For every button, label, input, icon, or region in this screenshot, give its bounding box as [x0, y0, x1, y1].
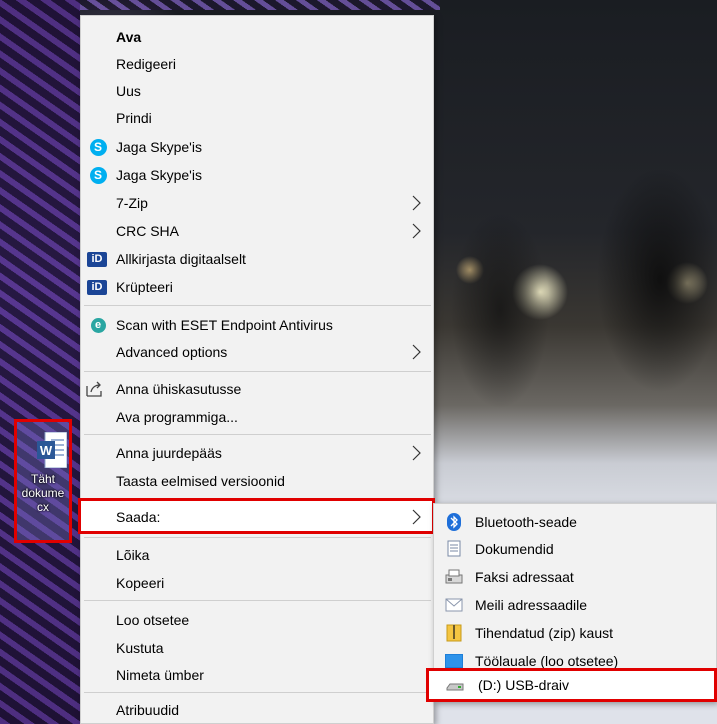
menu-item-label: Lõika — [116, 547, 150, 563]
chevron-right-icon — [412, 445, 421, 461]
menu-item-label: 7-Zip — [116, 195, 148, 211]
usb-drive-icon — [446, 678, 464, 696]
wallpaper-trees — [440, 110, 717, 430]
menu-item-label: Atribuudid — [116, 702, 180, 718]
menu-item-give-access[interactable]: Anna juurdepääs — [81, 439, 433, 467]
menu-item-send-to[interactable]: Saada: — [78, 498, 435, 534]
menu-item-label: Jaga Skype'is — [116, 139, 202, 155]
submenu-item-documents[interactable]: Dokumendid — [434, 535, 716, 563]
menu-item-cut[interactable]: Lõika — [81, 541, 433, 569]
submenu-item-label: (D:) USB-draiv — [478, 677, 570, 693]
menu-item-label: Saada: — [116, 509, 161, 525]
menu-item-share-skype-2[interactable]: S Jaga Skype'is — [81, 161, 433, 189]
menu-item-encrypt[interactable]: iD Krüpteeri — [81, 273, 433, 301]
chevron-right-icon — [412, 344, 421, 360]
share-icon — [85, 379, 105, 399]
send-to-submenu: Bluetooth-seade Dokumendid Faksi adressa… — [426, 503, 717, 702]
chevron-right-icon — [412, 509, 421, 525]
context-menu: Ava Redigeeri Uus Prindi S Jaga Skype'is… — [78, 15, 435, 724]
menu-item-label: Redigeeri — [116, 56, 176, 72]
wallpaper-top — [80, 0, 440, 10]
svg-text:W: W — [40, 443, 53, 458]
submenu-item-bluetooth[interactable]: Bluetooth-seade — [434, 508, 716, 536]
menu-item-restore-versions[interactable]: Taasta eelmised versioonid — [81, 467, 433, 495]
menu-item-label: Scan with ESET Endpoint Antivirus — [116, 317, 333, 333]
menu-separator — [84, 434, 431, 435]
menu-item-share-skype-1[interactable]: S Jaga Skype'is — [81, 133, 433, 161]
submenu-item-zip[interactable]: Tihendatud (zip) kaust — [434, 619, 716, 647]
menu-item-label: Taasta eelmised versioonid — [116, 473, 285, 489]
menu-separator — [84, 371, 431, 372]
menu-item-label: Kustuta — [116, 640, 164, 656]
menu-separator — [84, 305, 431, 306]
chevron-right-icon — [412, 223, 421, 239]
submenu-item-fax[interactable]: Faksi adressaat — [434, 563, 716, 591]
desktop-file-icon[interactable]: W Täht dokume cx — [14, 419, 72, 543]
menu-item-crc-sha[interactable]: CRC SHA — [81, 217, 433, 245]
menu-item-label: Ava — [116, 29, 142, 45]
id-card-icon: iD — [87, 277, 107, 297]
menu-item-sign-digitally[interactable]: iD Allkirjasta digitaalselt — [81, 245, 433, 273]
menu-item-label: Prindi — [116, 110, 152, 126]
menu-item-edit[interactable]: Redigeeri — [81, 50, 433, 78]
submenu-item-usb-drive[interactable]: (D:) USB-draiv — [426, 668, 717, 702]
menu-item-print[interactable]: Prindi — [81, 104, 433, 132]
menu-item-label: Anna ühiskasutusse — [116, 381, 242, 397]
documents-icon — [445, 540, 463, 558]
wallpaper-left — [0, 0, 80, 724]
menu-item-new[interactable]: Uus — [81, 77, 433, 105]
menu-separator — [84, 537, 431, 538]
submenu-item-label: Faksi adressaat — [475, 569, 574, 585]
menu-item-7zip[interactable]: 7-Zip — [81, 189, 433, 217]
menu-item-label: Advanced options — [116, 344, 228, 360]
skype-icon: S — [88, 165, 108, 185]
menu-item-delete[interactable]: Kustuta — [81, 634, 433, 662]
menu-item-rename[interactable]: Nimeta ümber — [81, 661, 433, 689]
menu-item-label: Uus — [116, 83, 141, 99]
menu-item-label: Loo otsetee — [116, 612, 190, 628]
menu-item-label: Allkirjasta digitaalselt — [116, 251, 246, 267]
menu-item-properties[interactable]: Atribuudid — [81, 696, 433, 724]
submenu-item-label: Dokumendid — [475, 541, 554, 557]
menu-item-create-shortcut[interactable]: Loo otsetee — [81, 606, 433, 634]
menu-item-eset-scan[interactable]: e Scan with ESET Endpoint Antivirus — [81, 311, 433, 339]
menu-item-label: Jaga Skype'is — [116, 167, 202, 183]
desktop-file-label: Täht dokume cx — [21, 472, 65, 514]
menu-item-advanced-options[interactable]: Advanced options — [81, 338, 433, 366]
menu-item-label: Krüpteeri — [116, 279, 173, 295]
menu-separator — [84, 692, 431, 693]
mail-icon — [445, 596, 463, 614]
zip-folder-icon — [445, 624, 463, 642]
bluetooth-icon — [445, 513, 463, 531]
menu-item-open[interactable]: Ava — [81, 23, 433, 51]
menu-item-label: Kopeeri — [116, 575, 165, 591]
menu-item-label: Ava programmiga... — [116, 409, 238, 425]
id-card-icon: iD — [87, 249, 107, 269]
eset-icon: e — [88, 315, 108, 335]
menu-item-label: CRC SHA — [116, 223, 180, 239]
skype-icon: S — [88, 137, 108, 157]
menu-item-share[interactable]: Anna ühiskasutusse — [81, 375, 433, 403]
menu-item-open-with[interactable]: Ava programmiga... — [81, 403, 433, 431]
submenu-item-label: Meili adressaadile — [475, 597, 588, 613]
menu-item-copy[interactable]: Kopeeri — [81, 569, 433, 597]
chevron-right-icon — [412, 195, 421, 211]
menu-item-label: Anna juurdepääs — [116, 445, 222, 461]
submenu-item-mail[interactable]: Meili adressaadile — [434, 591, 716, 619]
submenu-item-label: Tihendatud (zip) kaust — [475, 625, 613, 641]
word-document-icon: W — [37, 432, 67, 468]
submenu-item-label: Bluetooth-seade — [475, 514, 577, 530]
menu-item-label: Nimeta ümber — [116, 667, 204, 683]
menu-separator — [84, 600, 431, 601]
fax-icon — [445, 568, 463, 586]
